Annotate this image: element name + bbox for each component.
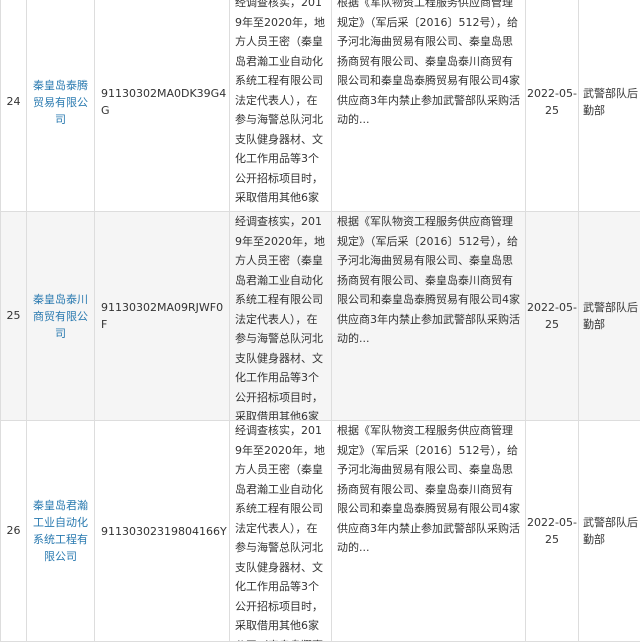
company-name-link[interactable]: 秦皇岛泰腾贸易有限公司 <box>27 0 95 212</box>
penalty-basis-text: 根据《军队物资工程服务供应商管理规定》（军后采〔2016〕512号），给予河北海… <box>337 212 520 420</box>
table-row: 25 秦皇岛泰川商贸有限公司 91130302MA09RJWF0F 经调查核实，… <box>1 212 640 421</box>
row-number: 26 <box>1 421 27 642</box>
credit-code: 91130302MA0DK39G4G <box>95 0 230 212</box>
violation-facts: 经调查核实，2019年至2020年，地方人员王密（秦皇岛君瀚工业自动化系统工程有… <box>230 212 332 421</box>
table-row: 24 秦皇岛泰腾贸易有限公司 91130302MA0DK39G4G 经调查核实，… <box>1 0 640 212</box>
violation-facts-text: 经调查核实，2019年至2020年，地方人员王密（秦皇岛君瀚工业自动化系统工程有… <box>235 421 326 641</box>
penalty-org: 武警部队后勤部 <box>579 212 640 421</box>
violation-facts-text: 经调查核实，2019年至2020年，地方人员王密（秦皇岛君瀚工业自动化系统工程有… <box>235 0 326 211</box>
penalty-org: 武警部队后勤部 <box>579 0 640 212</box>
penalty-basis: 根据《军队物资工程服务供应商管理规定》（军后采〔2016〕512号），给予河北海… <box>332 212 526 421</box>
penalty-basis-text: 根据《军队物资工程服务供应商管理规定》（军后采〔2016〕512号），给予河北海… <box>337 421 520 641</box>
penalty-basis-text: 根据《军队物资工程服务供应商管理规定》（军后采〔2016〕512号），给予河北海… <box>337 0 520 211</box>
table-row: 26 秦皇岛君瀚工业自动化系统工程有限公司 91130302319804166Y… <box>1 421 640 642</box>
row-number: 24 <box>1 0 27 212</box>
violation-facts: 经调查核实，2019年至2020年，地方人员王密（秦皇岛君瀚工业自动化系统工程有… <box>230 0 332 212</box>
penalty-basis: 根据《军队物资工程服务供应商管理规定》（军后采〔2016〕512号），给予河北海… <box>332 421 526 642</box>
row-number: 25 <box>1 212 27 421</box>
company-name-link[interactable]: 秦皇岛泰川商贸有限公司 <box>27 212 95 421</box>
penalty-org: 武警部队后勤部 <box>579 421 640 642</box>
violation-facts-text: 经调查核实，2019年至2020年，地方人员王密（秦皇岛君瀚工业自动化系统工程有… <box>235 212 326 420</box>
credit-code: 91130302319804166Y <box>95 421 230 642</box>
violation-facts: 经调查核实，2019年至2020年，地方人员王密（秦皇岛君瀚工业自动化系统工程有… <box>230 421 332 642</box>
penalty-date: 2022-05-25 <box>526 212 579 421</box>
company-name-link[interactable]: 秦皇岛君瀚工业自动化系统工程有限公司 <box>27 421 95 642</box>
penalty-basis: 根据《军队物资工程服务供应商管理规定》（军后采〔2016〕512号），给予河北海… <box>332 0 526 212</box>
penalty-date: 2022-05-25 <box>526 0 579 212</box>
records-table: 24 秦皇岛泰腾贸易有限公司 91130302MA0DK39G4G 经调查核实，… <box>0 0 640 642</box>
penalty-date: 2022-05-25 <box>526 421 579 642</box>
credit-code: 91130302MA09RJWF0F <box>95 212 230 421</box>
